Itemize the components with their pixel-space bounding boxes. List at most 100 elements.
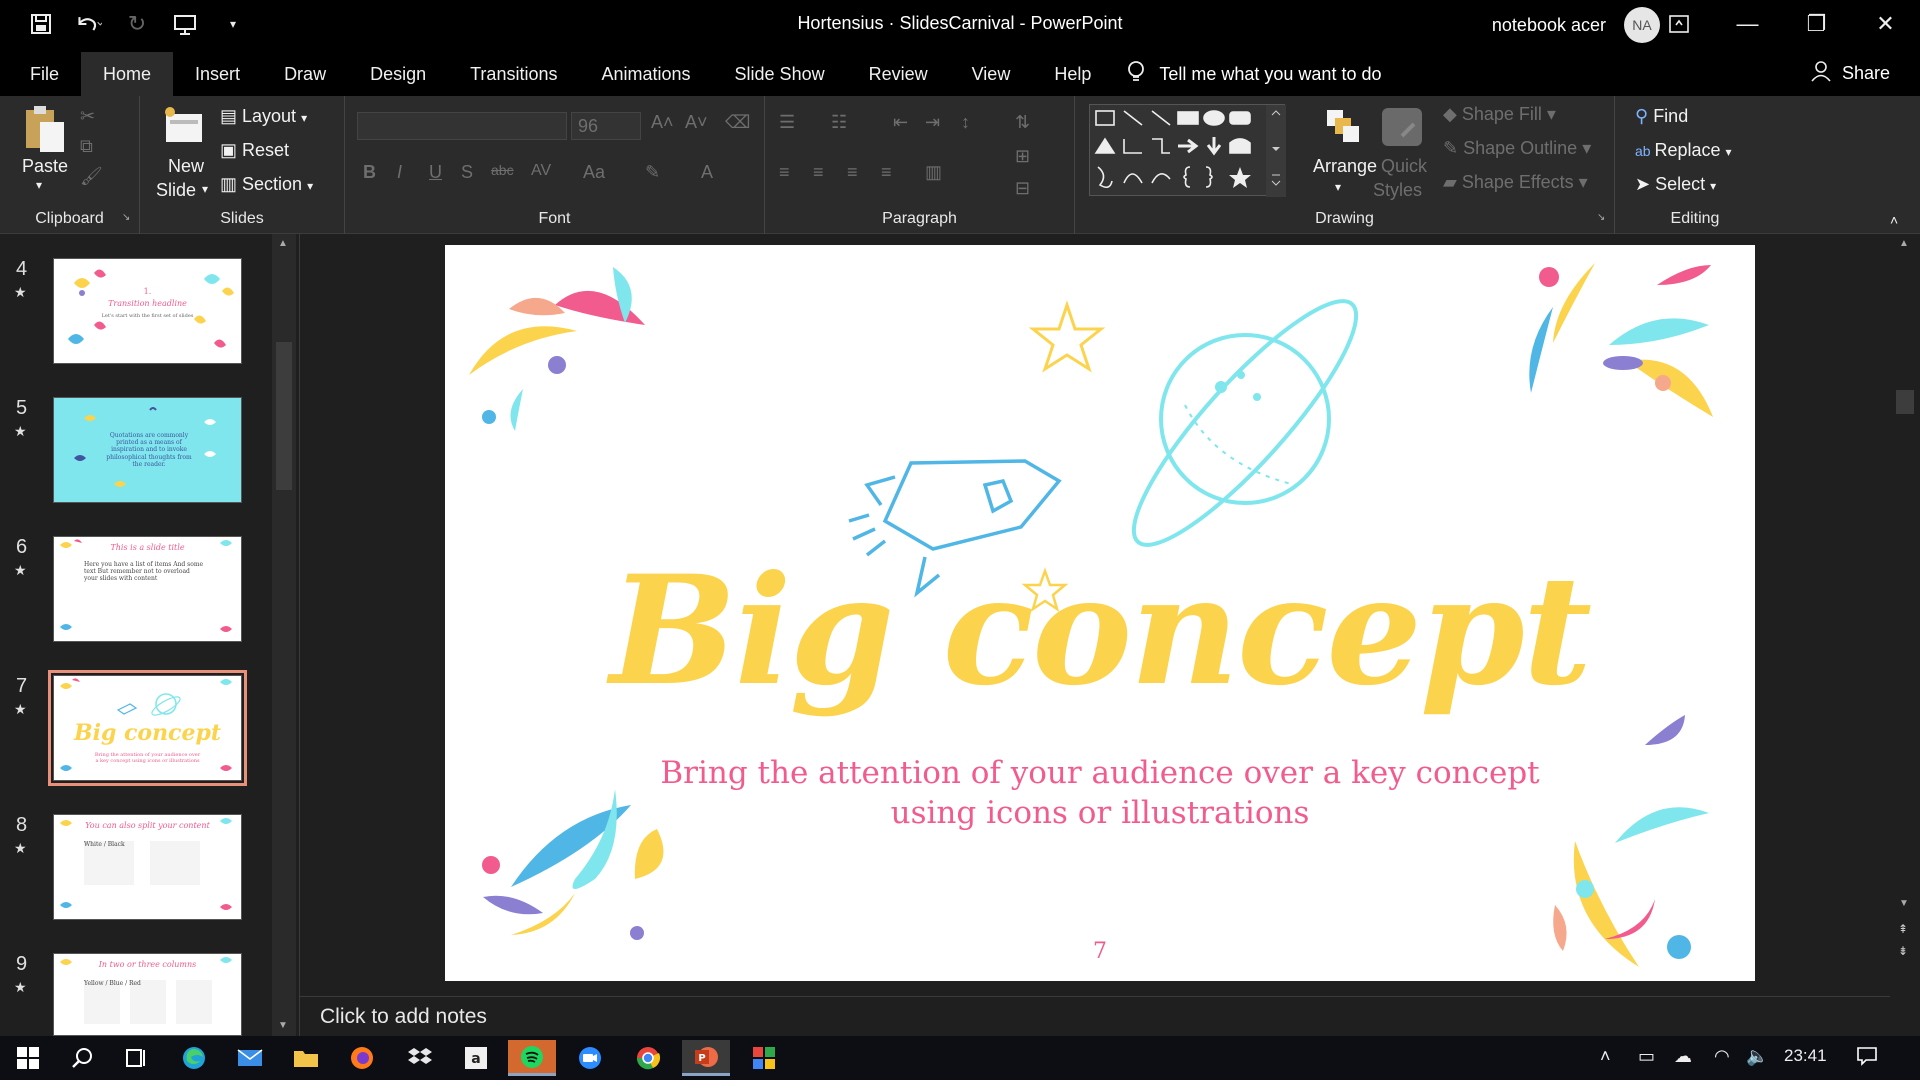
account-area[interactable]: notebook acer NA	[1492, 7, 1660, 43]
decrease-indent-icon[interactable]: ⇤	[893, 112, 908, 133]
slide-subtitle[interactable]: Bring the attention of your audience ove…	[445, 753, 1755, 833]
align-right-icon[interactable]: ≡	[847, 162, 858, 183]
paste-dropdown-icon[interactable]: ▾	[36, 178, 42, 192]
bold-icon[interactable]: B	[363, 162, 376, 183]
grow-font-icon[interactable]: A˄	[651, 112, 674, 133]
align-center-icon[interactable]: ≡	[813, 162, 824, 183]
tab-review[interactable]: Review	[847, 52, 950, 96]
line-spacing-icon[interactable]: ↕	[961, 112, 970, 133]
section-button[interactable]: ▥ Section ▾	[220, 174, 313, 195]
file-explorer-icon[interactable]	[282, 1040, 330, 1076]
font-name-box[interactable]	[357, 112, 567, 140]
close-icon[interactable]: ✕	[1851, 0, 1920, 48]
shape-fill-button[interactable]: ◆ Shape Fill ▾	[1443, 104, 1556, 125]
quick-styles-label-2[interactable]: Styles	[1373, 180, 1422, 201]
highlight-icon[interactable]: ✎	[645, 162, 660, 183]
tab-animations[interactable]: Animations	[579, 52, 712, 96]
new-slide-label-2[interactable]: Slide	[156, 180, 196, 201]
task-view-icon[interactable]	[112, 1040, 160, 1076]
dropbox-icon[interactable]	[396, 1040, 444, 1076]
paste-label[interactable]: Paste	[22, 156, 68, 177]
tell-me-box[interactable]: Tell me what you want to do	[1127, 52, 1381, 96]
collapse-ribbon-icon[interactable]: ˄	[1890, 212, 1898, 228]
drawing-launcher-icon[interactable]: ↘	[1597, 212, 1605, 223]
scroll-down-icon[interactable]: ▼	[1899, 898, 1909, 909]
change-case-icon[interactable]: Aa	[583, 162, 605, 183]
underline-icon[interactable]: U	[429, 162, 442, 183]
clipboard-launcher-icon[interactable]: ↘	[122, 212, 130, 223]
cut-icon[interactable]: ✂	[80, 106, 95, 127]
tab-transitions[interactable]: Transitions	[448, 52, 579, 96]
find-button[interactable]: ⚲ Find	[1635, 106, 1688, 127]
select-button[interactable]: ➤ Select ▾	[1635, 174, 1716, 195]
italic-icon[interactable]: I	[397, 162, 402, 183]
thumbnail-slide-6[interactable]: This is a slide title Here you have a li…	[53, 536, 242, 642]
tab-file[interactable]: File	[0, 52, 81, 96]
tab-draw[interactable]: Draw	[262, 52, 348, 96]
font-color-icon[interactable]: A	[701, 162, 713, 183]
presentation-icon[interactable]	[172, 11, 198, 37]
amazon-icon[interactable]: a	[452, 1040, 500, 1076]
current-slide[interactable]: Big concept Bring the attention of your …	[445, 245, 1755, 981]
app-tiles-icon[interactable]	[740, 1040, 788, 1076]
format-painter-icon[interactable]: 🖌	[80, 166, 103, 187]
shape-outline-button[interactable]: ✎ Shape Outline ▾	[1443, 138, 1591, 159]
ribbon-display-options-icon[interactable]	[1644, 0, 1713, 48]
edge-browser-icon[interactable]	[170, 1040, 218, 1076]
replace-button[interactable]: ab Replace ▾	[1635, 140, 1732, 161]
minimize-icon[interactable]: —	[1713, 0, 1782, 48]
strikethrough-icon[interactable]: abc	[491, 162, 514, 178]
shrink-font-icon[interactable]: A˅	[685, 112, 708, 133]
scroll-down-icon[interactable]: ▼	[278, 1020, 288, 1031]
thumbnail-slide-7[interactable]: Big concept Bring the attention of your …	[48, 670, 247, 786]
scroll-up-icon[interactable]: ▲	[278, 238, 288, 249]
clear-format-icon[interactable]: ⌫	[725, 112, 750, 133]
smartart-icon[interactable]: ⊟	[1015, 178, 1030, 199]
thumbnail-slide-5[interactable]: Quotations are commonly printed as a mea…	[53, 397, 242, 503]
new-slide-dropdown-icon[interactable]: ▾	[202, 182, 208, 196]
tab-view[interactable]: View	[950, 52, 1033, 96]
notes-pane[interactable]: Click to add notes	[300, 996, 1890, 1036]
font-size-box[interactable]: 96	[571, 112, 641, 140]
onedrive-icon[interactable]: ☁	[1674, 1046, 1692, 1067]
tab-home[interactable]: Home	[81, 52, 174, 96]
meet-now-icon[interactable]: ▭	[1638, 1046, 1655, 1067]
tab-help[interactable]: Help	[1032, 52, 1113, 96]
show-hidden-icons[interactable]: ˄	[1600, 1046, 1611, 1067]
spotify-icon[interactable]	[508, 1040, 556, 1076]
wifi-icon[interactable]: ◠	[1714, 1046, 1730, 1067]
thumbnail-slide-9[interactable]: In two or three columns Yellow / Blue / …	[53, 953, 242, 1036]
save-icon[interactable]	[28, 11, 54, 37]
windows-start-icon[interactable]	[4, 1040, 52, 1076]
thumbnail-slide-4[interactable]: 1. Transition headline Let's start with …	[53, 258, 242, 364]
numbering-icon[interactable]: ☷	[831, 112, 847, 133]
justify-icon[interactable]: ≡	[881, 162, 892, 183]
thumbnail-scroll-thumb[interactable]	[276, 342, 292, 490]
mail-icon[interactable]	[226, 1040, 274, 1076]
layout-button[interactable]: ▤ Layout ▾	[220, 106, 307, 127]
slide-title[interactable]: Big concept	[445, 543, 1755, 719]
arrange-dropdown-icon[interactable]: ▾	[1335, 180, 1341, 194]
bullets-icon[interactable]: ☰	[779, 112, 795, 133]
editor-scrollbar[interactable]: ▲ ▼ ⇞ ⇟	[1890, 234, 1920, 1036]
quick-styles-label-1[interactable]: Quick	[1381, 156, 1427, 177]
paste-icon[interactable]	[22, 104, 66, 159]
previous-slide-icon[interactable]: ⇞	[1898, 922, 1908, 936]
align-text-icon[interactable]: ⊞	[1015, 146, 1030, 167]
thumbnail-slide-8[interactable]: You can also split your content White / …	[53, 814, 242, 920]
restore-icon[interactable]: ❐	[1782, 0, 1851, 48]
shadow-icon[interactable]: S	[461, 162, 473, 183]
redo-icon[interactable]: ↻	[124, 11, 150, 37]
columns-icon[interactable]: ▥	[925, 162, 942, 183]
next-slide-icon[interactable]: ⇟	[1898, 944, 1908, 958]
char-spacing-icon[interactable]: AV	[531, 162, 551, 180]
clock[interactable]: 23:41	[1784, 1046, 1827, 1066]
align-left-icon[interactable]: ≡	[779, 162, 790, 183]
quick-styles-icon[interactable]	[1380, 106, 1424, 153]
chrome-icon[interactable]	[624, 1040, 672, 1076]
customize-toolbar-icon[interactable]: ▾	[220, 11, 246, 37]
arrange-icon[interactable]	[1323, 106, 1363, 151]
scroll-up-icon[interactable]: ▲	[1899, 238, 1909, 249]
tab-insert[interactable]: Insert	[173, 52, 262, 96]
powerpoint-icon[interactable]: P	[682, 1040, 730, 1076]
